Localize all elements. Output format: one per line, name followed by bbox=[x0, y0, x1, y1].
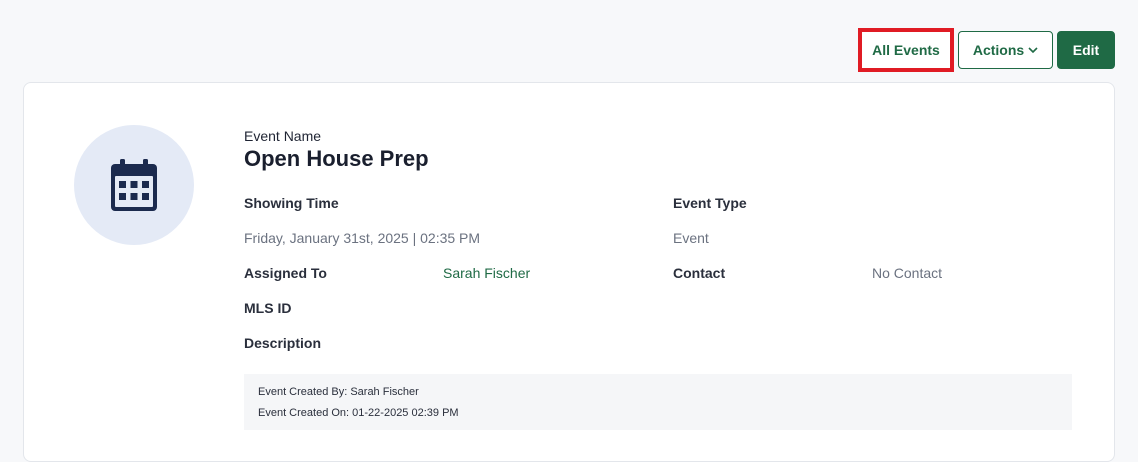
description-label: Description bbox=[244, 335, 322, 351]
toolbar: All Events Actions Edit bbox=[858, 28, 1115, 72]
event-avatar bbox=[74, 125, 194, 245]
created-on-text: Event Created On: 01-22-2025 02:39 PM bbox=[258, 407, 459, 419]
chevron-down-icon bbox=[1028, 47, 1038, 54]
event-detail-card: Event Name Open House Prep Showing Time … bbox=[23, 82, 1115, 462]
contact-value: No Contact bbox=[872, 265, 943, 281]
assigned-to-link[interactable]: Sarah Fischer bbox=[443, 265, 530, 281]
event-name: Open House Prep bbox=[244, 146, 429, 171]
showing-time-value: Friday, January 31st, 2025 | 02:35 PM bbox=[244, 230, 481, 246]
event-name-label: Event Name bbox=[244, 128, 322, 144]
created-by-text: Event Created By: Sarah Fischer bbox=[258, 386, 419, 398]
edit-button[interactable]: Edit bbox=[1057, 31, 1115, 69]
actions-dropdown-button[interactable]: Actions bbox=[958, 31, 1053, 69]
assigned-to-label: Assigned To bbox=[244, 265, 327, 281]
showing-time-label: Showing Time bbox=[244, 195, 339, 211]
mls-id-label: MLS ID bbox=[244, 300, 292, 316]
calendar-icon bbox=[111, 159, 157, 211]
all-events-button[interactable]: All Events bbox=[858, 28, 954, 72]
event-type-label: Event Type bbox=[673, 195, 747, 211]
event-type-value: Event bbox=[673, 230, 709, 246]
actions-label: Actions bbox=[972, 42, 1025, 58]
contact-label: Contact bbox=[673, 265, 726, 281]
event-metadata: Event Created By: Sarah Fischer Event Cr… bbox=[244, 374, 1072, 430]
